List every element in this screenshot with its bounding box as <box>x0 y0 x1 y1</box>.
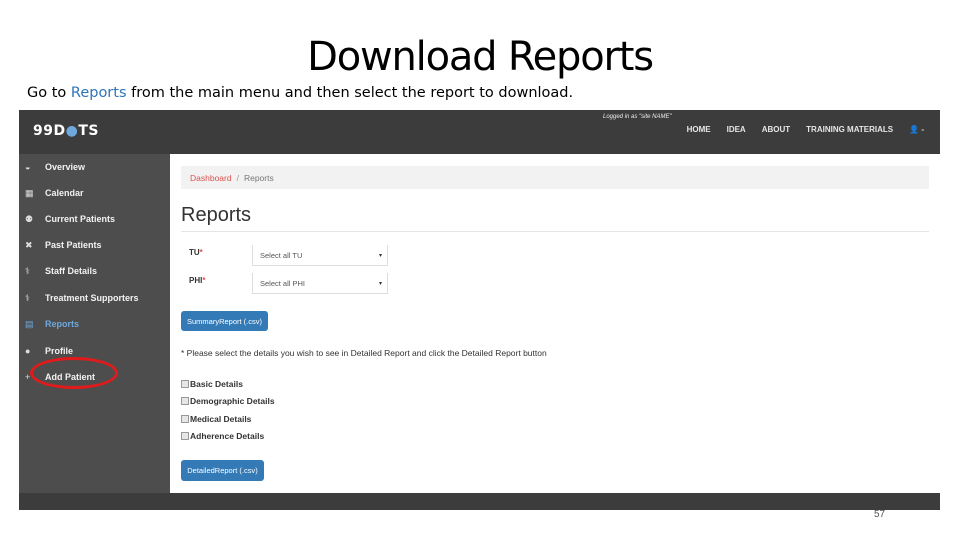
sidebar-item-label: Staff Details <box>45 266 98 276</box>
slide-page-number: 57 <box>874 509 886 520</box>
phi-select[interactable]: Select all PHI ▾ <box>252 273 388 294</box>
highlight-circle <box>30 357 118 389</box>
supporter-icon: ⚕ <box>25 292 30 303</box>
tu-label: TU* <box>189 248 203 257</box>
sidebar: ◒ Overview ▦ Calendar ⚉ Current Patients ✖ P… <box>19 154 170 493</box>
slide-subtitle: Go to Reports from the main menu and the… <box>27 85 573 101</box>
sidebar-item-reports[interactable]: ▤ Reports <box>19 314 170 334</box>
phi-label: PHI* <box>189 276 205 285</box>
divider <box>181 231 929 232</box>
checkbox-medical-details[interactable]: Medical Details <box>181 414 251 424</box>
sidebar-item-treatment-supporters[interactable]: ⚕ Treatment Supporters <box>19 288 170 308</box>
checkbox-label: Basic Details <box>190 379 243 389</box>
logo-text-start: 99D <box>33 123 66 139</box>
sidebar-item-label: Reports <box>45 319 80 329</box>
nav-idea[interactable]: IDEA <box>727 125 746 134</box>
sidebar-item-label: Current Patients <box>45 214 116 224</box>
checkbox-demographic-details[interactable]: Demographic Details <box>181 396 275 406</box>
sidebar-item-label: Calendar <box>45 188 84 198</box>
sidebar-item-label: Overview <box>45 162 86 172</box>
sidebar-item-label: Profile <box>45 346 74 356</box>
subtitle-post: from the main menu and then select the r… <box>126 85 574 101</box>
users-icon: ⚉ <box>25 213 34 224</box>
tu-label-text: TU <box>189 248 200 257</box>
breadcrumb-separator: / <box>236 172 239 183</box>
summary-report-button[interactable]: SummaryReport (.csv) <box>181 311 268 331</box>
tu-select[interactable]: Select all TU ▾ <box>252 245 388 266</box>
report-icon: ▤ <box>25 318 34 329</box>
detailed-report-instructions: * Please select the details you wish to … <box>181 348 547 358</box>
logo-text-end: TS <box>78 123 99 139</box>
tu-select-value: Select all TU <box>260 250 303 260</box>
caret-down-icon: ▾ <box>378 252 382 259</box>
page-title: Reports <box>181 204 252 226</box>
user-icon: ● <box>25 346 31 356</box>
user-menu-icon[interactable]: 👤 - <box>909 125 924 134</box>
checkbox-icon <box>181 415 189 423</box>
sidebar-item-current-patients[interactable]: ⚉ Current Patients <box>19 209 170 229</box>
breadcrumb: Dashboard / Reports <box>181 166 929 189</box>
checkbox-basic-details[interactable]: Basic Details <box>181 379 243 389</box>
nav-training-materials[interactable]: TRAINING MATERIALS <box>806 125 893 134</box>
detailed-report-button[interactable]: DetailedReport (.csv) <box>181 460 264 481</box>
breadcrumb-reports: Reports <box>243 172 274 183</box>
sidebar-item-staff-details[interactable]: ⚕ Staff Details <box>19 261 170 281</box>
main-content: Dashboard / Reports Reports TU* Select a… <box>170 154 940 493</box>
caret-down-icon: ▾ <box>378 280 382 287</box>
checkbox-label: Adherence Details <box>190 431 265 441</box>
checkbox-icon <box>181 380 189 388</box>
app-logo[interactable]: 99D●TS <box>33 123 99 139</box>
phi-select-value: Select all PHI <box>260 278 306 288</box>
dashboard-icon: ◒ <box>25 162 31 172</box>
calendar-icon: ▦ <box>25 187 34 198</box>
top-navbar: 99D●TS Logged in as "site NAME" HOME IDE… <box>19 110 940 154</box>
phi-label-text: PHI <box>189 276 203 285</box>
sidebar-item-past-patients[interactable]: ✖ Past Patients <box>19 235 170 255</box>
sidebar-item-overview[interactable]: ◒ Overview <box>19 157 170 177</box>
top-nav: HOME IDEA ABOUT TRAINING MATERIALS 👤 - <box>687 125 924 134</box>
nav-about[interactable]: ABOUT <box>762 125 790 134</box>
logged-in-text: Logged in as "site NAME" <box>603 114 672 120</box>
sidebar-item-label: Treatment Supporters <box>45 293 139 303</box>
checkbox-label: Demographic Details <box>190 396 275 406</box>
user-remove-icon: ✖ <box>25 239 33 250</box>
app-footer <box>19 493 940 510</box>
nav-home[interactable]: HOME <box>687 125 711 134</box>
checkbox-icon <box>181 432 189 440</box>
sidebar-item-calendar[interactable]: ▦ Calendar <box>19 183 170 203</box>
breadcrumb-dashboard[interactable]: Dashboard <box>190 173 232 183</box>
required-marker: * <box>202 276 206 285</box>
checkbox-adherence-details[interactable]: Adherence Details <box>181 431 264 441</box>
subtitle-keyword: Reports <box>70 85 127 101</box>
staff-icon: ⚕ <box>25 265 30 276</box>
checkbox-icon <box>181 397 189 405</box>
required-marker: * <box>199 248 203 257</box>
subtitle-pre: Go to <box>27 85 71 101</box>
app-screenshot: 99D●TS Logged in as "site NAME" HOME IDE… <box>19 110 940 510</box>
slide-title: Download Reports <box>307 34 654 80</box>
sidebar-item-label: Past Patients <box>45 240 102 250</box>
logo-dot-icon: ● <box>65 123 79 139</box>
checkbox-label: Medical Details <box>190 414 252 424</box>
